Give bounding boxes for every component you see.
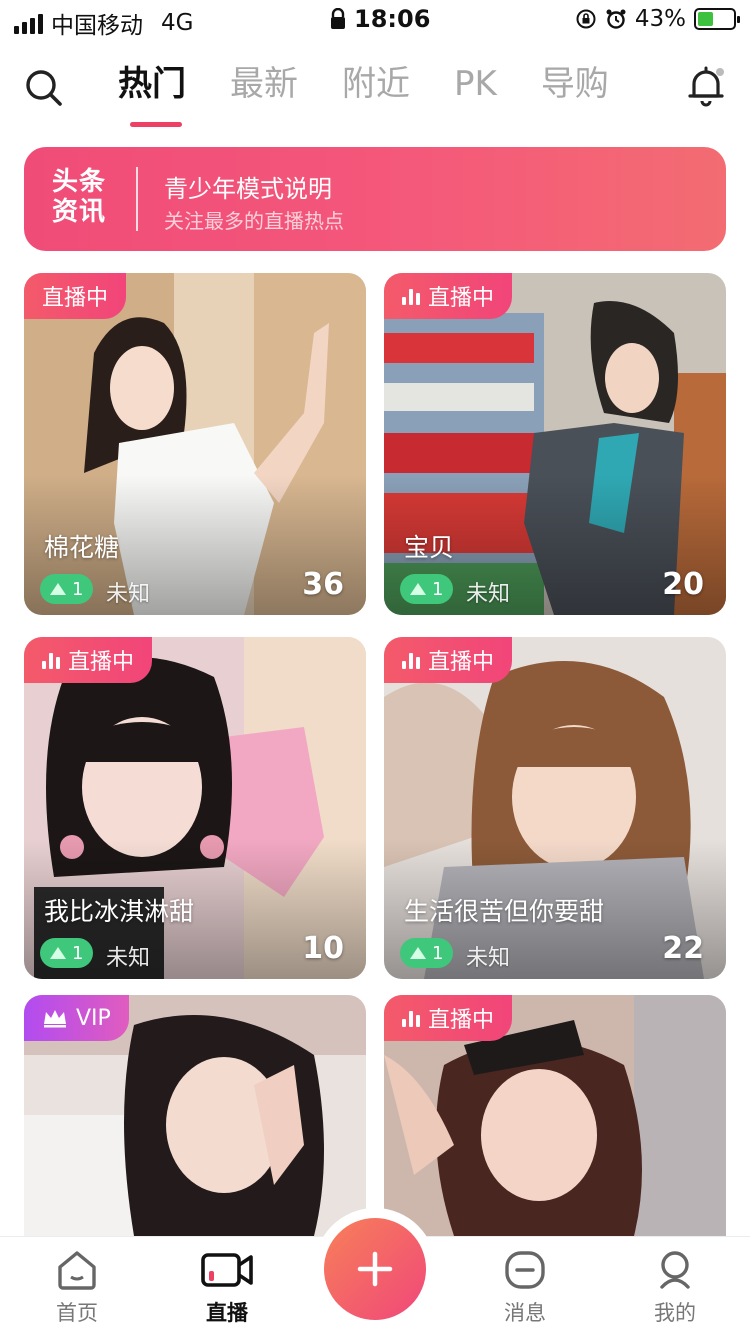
streamer-name: 生活很苦但你要甜: [404, 897, 605, 926]
profile-icon: [660, 1251, 690, 1289]
live-badge: 直播中: [384, 273, 513, 319]
channel-tabs: 热门 最新 附近 PK 导购: [118, 62, 609, 127]
live-badge: 直播中: [24, 273, 127, 319]
location-label: 未知: [106, 946, 151, 971]
tab-pk[interactable]: PK: [454, 62, 497, 122]
message-icon: [505, 1251, 545, 1289]
live-bars-icon: [42, 651, 60, 669]
rotation-lock-icon: [576, 9, 596, 29]
viewer-count: 20: [662, 567, 704, 602]
streamer-name: 棉花糖: [44, 533, 120, 562]
search-icon[interactable]: [22, 66, 66, 110]
top-navigation: 热门 最新 附近 PK 导购: [0, 50, 750, 130]
tab-nearby[interactable]: 附近: [342, 62, 410, 122]
streamer-name: 我比冰淇淋甜: [44, 897, 195, 926]
tab-shopping-guide[interactable]: 导购: [541, 62, 609, 122]
tab-latest[interactable]: 最新: [230, 62, 298, 122]
signal-icon: [14, 12, 43, 34]
level-triangle-icon: [50, 583, 66, 595]
vip-badge: VIP: [24, 995, 129, 1041]
level-triangle-icon: [50, 947, 66, 959]
location-label: 未知: [466, 946, 511, 971]
alarm-icon: [606, 9, 626, 29]
level-badge: 1: [400, 938, 454, 968]
nav-item-messages[interactable]: 消息: [470, 1247, 580, 1327]
live-room-card[interactable]: 直播中: [384, 995, 726, 1236]
location-label: 未知: [106, 582, 151, 607]
carrier-label: 中国移动: [51, 13, 143, 39]
video-camera-icon: [201, 1253, 253, 1287]
live-bars-icon: [402, 1009, 420, 1027]
live-badge: 直播中: [24, 637, 153, 683]
viewer-count: 22: [662, 931, 704, 966]
banner-divider: [136, 167, 138, 231]
live-badge: 直播中: [384, 637, 513, 683]
level-badge: 1: [40, 574, 94, 604]
battery-icon: [694, 8, 740, 30]
tab-hot[interactable]: 热门: [118, 62, 186, 127]
live-room-card[interactable]: VIP: [24, 995, 366, 1236]
live-room-card[interactable]: 直播中 生活很苦但你要甜 1 未知 22: [384, 637, 726, 979]
start-live-button[interactable]: [324, 1218, 426, 1320]
plus-icon: [357, 1251, 393, 1287]
headline-news-logo: 头条 资讯: [52, 167, 107, 227]
banner-title: 青少年模式说明: [164, 175, 332, 203]
status-bar: 中国移动 4G 18:06 43%: [0, 0, 750, 40]
battery-percent: 43%: [634, 6, 686, 32]
viewer-count: 10: [302, 931, 344, 966]
level-badge: 1: [400, 574, 454, 604]
lock-icon: [331, 8, 345, 29]
home-icon: [58, 1251, 96, 1290]
level-triangle-icon: [410, 947, 426, 959]
location-label: 未知: [466, 582, 511, 607]
live-room-card[interactable]: 直播中 宝贝 1 未知 20: [384, 273, 726, 615]
bell-icon[interactable]: [682, 62, 730, 110]
live-room-card[interactable]: 直播中 我比冰淇淋甜 1 未知 10: [24, 637, 366, 979]
live-bars-icon: [402, 287, 420, 305]
live-bars-icon: [402, 651, 420, 669]
level-badge: 1: [40, 938, 94, 968]
youth-mode-banner[interactable]: 头条 资讯 青少年模式说明 关注最多的直播热点: [24, 147, 726, 251]
level-triangle-icon: [410, 583, 426, 595]
viewer-count: 36: [302, 567, 344, 602]
nav-item-profile[interactable]: 我的: [620, 1247, 730, 1327]
streamer-name: 宝贝: [404, 533, 455, 562]
crown-icon: [44, 1010, 66, 1028]
nav-item-live[interactable]: 直播: [172, 1247, 282, 1327]
live-room-card[interactable]: 直播中 棉花糖 1 未知 36: [24, 273, 366, 615]
network-label: 4G: [161, 10, 194, 36]
live-badge: 直播中: [384, 995, 513, 1041]
nav-item-home[interactable]: 首页: [22, 1247, 132, 1327]
clock-time: 18:06: [354, 5, 431, 33]
banner-subtitle: 关注最多的直播热点: [164, 209, 344, 233]
